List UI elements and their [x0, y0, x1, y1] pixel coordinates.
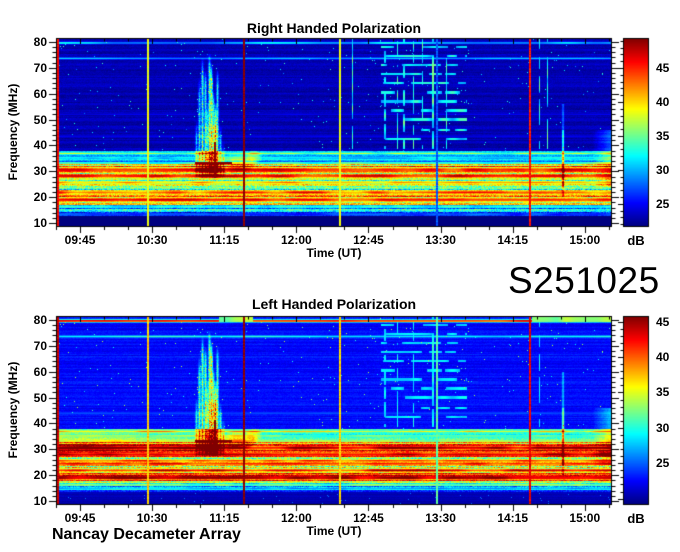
colorbar-tick-label: 45: [656, 315, 669, 329]
y-tick-label: 80: [34, 35, 47, 49]
y-tick-label: 60: [34, 87, 47, 101]
y-tick-label: 50: [34, 113, 47, 127]
spectrogram-figure: Right Handed Polarization Left Handed Po…: [0, 0, 680, 552]
colorbar-tick-label: 25: [656, 456, 669, 470]
panel-title-left-handed: Left Handed Polarization: [252, 296, 416, 312]
panel-title-right-handed: Right Handed Polarization: [247, 20, 421, 36]
colorbar-tick-label: 35: [656, 385, 669, 399]
x-tick-label: 13:30: [425, 511, 456, 525]
y-tick-label: 10: [34, 494, 47, 508]
y-tick-label: 30: [34, 164, 47, 178]
y-tick-label: 20: [34, 468, 47, 482]
y-tick-label: 10: [34, 216, 47, 230]
y-axis-label-bottom: Frequency (MHz): [6, 362, 20, 459]
y-axis-label-top: Frequency (MHz): [6, 84, 20, 181]
x-axis-label-top: Time (UT): [306, 246, 361, 260]
colorbar-tick-label: 35: [656, 129, 669, 143]
x-tick-label: 13:30: [425, 233, 456, 247]
colorbar-tick-label: 40: [656, 95, 669, 109]
y-tick-label: 60: [34, 365, 47, 379]
x-tick-label: 12:00: [281, 233, 312, 247]
colorbar-tick-label: 40: [656, 350, 669, 364]
colorbar-tick-label: 30: [656, 421, 669, 435]
x-tick-label: 09:45: [65, 511, 96, 525]
x-tick-label: 12:00: [281, 511, 312, 525]
x-tick-label: 11:15: [209, 511, 239, 525]
y-tick-label: 40: [34, 138, 47, 152]
x-tick-label: 15:00: [569, 233, 600, 247]
x-tick-label: 14:15: [497, 233, 528, 247]
y-tick-label: 40: [34, 416, 47, 430]
x-tick-label: 10:30: [137, 511, 168, 525]
instrument-name: Nancay Decameter Array: [52, 526, 241, 544]
colorbar-tick-label: 30: [656, 163, 669, 177]
y-tick-label: 20: [34, 190, 47, 204]
colorbar-tick-label: 25: [656, 197, 669, 211]
x-tick-label: 12:45: [353, 233, 384, 247]
x-tick-label: 12:45: [353, 511, 384, 525]
x-tick-label: 14:15: [497, 511, 528, 525]
y-tick-label: 80: [34, 313, 47, 327]
x-tick-label: 11:15: [209, 233, 239, 247]
colorbar-label-bottom: dB: [627, 511, 644, 526]
x-tick-label: 09:45: [65, 233, 96, 247]
y-tick-label: 70: [34, 61, 47, 75]
y-tick-label: 30: [34, 442, 47, 456]
x-tick-label: 15:00: [569, 511, 600, 525]
colorbar-label-top: dB: [627, 233, 644, 248]
y-tick-label: 70: [34, 339, 47, 353]
colorbar-tick-label: 45: [656, 61, 669, 75]
x-tick-label: 10:30: [137, 233, 168, 247]
x-axis-label-bottom: Time (UT): [306, 524, 361, 538]
event-id: S251025: [508, 260, 660, 302]
y-tick-label: 50: [34, 391, 47, 405]
